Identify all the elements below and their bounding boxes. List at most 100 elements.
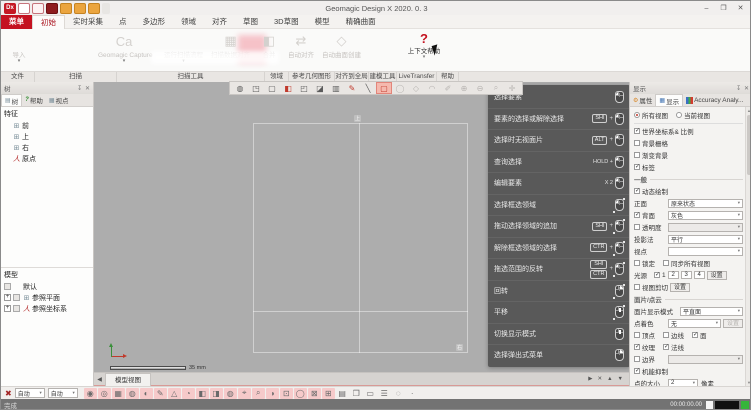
close-button[interactable]: ✕ <box>732 2 749 15</box>
visibility-checkbox[interactable] <box>4 283 11 290</box>
ribbon-tab[interactable]: 实时采集 <box>65 15 111 29</box>
zoom-region-icon[interactable]: ⌕ <box>252 388 265 399</box>
cube-left-view-icon[interactable]: ◧ <box>196 388 209 399</box>
body-display-toggle-icon[interactable]: ◰ <box>296 82 312 94</box>
tab-up-icon[interactable]: ▲ <box>607 376 612 382</box>
mesh-display-mode-select[interactable]: 平直面▾ <box>680 307 743 316</box>
ribbon-tab[interactable]: 3D草图 <box>266 15 307 29</box>
ribbon-tab[interactable]: 多边形 <box>135 15 174 29</box>
circle-tool-icon[interactable]: ◯ <box>294 388 307 399</box>
viewpoint-select[interactable]: ▾ <box>668 247 743 256</box>
zoom-out-icon[interactable]: ⊖ <box>472 82 488 94</box>
auto-surfacing-button[interactable]: ◇ 自动曲面创建 <box>318 31 365 59</box>
undo-icon[interactable] <box>102 3 110 14</box>
model-item-default[interactable]: 默认 <box>1 281 93 292</box>
hatch-display-icon[interactable]: ▤ <box>336 388 349 399</box>
cube-right-view-icon[interactable]: ◨ <box>210 388 223 399</box>
export-file-icon[interactable] <box>74 3 86 14</box>
light-4-toggle[interactable]: 4 <box>694 271 705 279</box>
monitor-display-icon[interactable]: ▭ <box>364 388 377 399</box>
vertex-checkbox[interactable] <box>634 332 640 338</box>
rectangle-select-icon[interactable]: ▢ <box>376 82 392 94</box>
tree-item-top-plane[interactable]: ⊞ 上 <box>1 131 93 142</box>
wireframe-cube-view-icon[interactable]: ◳ <box>248 82 264 94</box>
point-color-select[interactable]: 无▾ <box>668 319 721 328</box>
shaded-sphere-view-icon[interactable]: ◍ <box>232 82 248 94</box>
scrollbar-thumb[interactable] <box>747 115 751 175</box>
panel-tab[interactable]: ? 帮助 <box>22 94 46 106</box>
tab-display[interactable]: ▦显示 <box>655 94 683 106</box>
customize-quick-access-icon[interactable] <box>112 3 120 14</box>
tab-scroll-right-icon[interactable]: ▶ <box>588 376 592 382</box>
minimize-button[interactable]: – <box>698 2 715 15</box>
expand-icon[interactable]: + <box>4 305 11 312</box>
back-face-select[interactable]: 灰色▾ <box>668 211 743 220</box>
grid-plus-icon[interactable]: ⊞ <box>322 388 335 399</box>
boxed-view-icon[interactable]: ⊡ <box>280 388 293 399</box>
tab-close-icon[interactable]: ✕ <box>597 376 602 382</box>
box-select-icon[interactable]: ⊠ <box>308 388 321 399</box>
close-icon[interactable]: ✕ <box>744 85 749 92</box>
shaded-view-icon[interactable]: ◍ <box>224 388 237 399</box>
zoom-in-icon[interactable]: ⊕ <box>456 82 472 94</box>
more-tools-icon[interactable]: · <box>406 388 419 399</box>
ribbon-tab[interactable]: 对齐 <box>204 15 235 29</box>
clip-settings-button[interactable]: 设置 <box>670 283 690 292</box>
ribbon-tab[interactable]: 模型 <box>307 15 338 29</box>
region-display-toggle-icon[interactable]: ◧ <box>280 82 296 94</box>
sync-views-checkbox[interactable] <box>663 260 669 266</box>
tree-item-origin[interactable]: 人 原点 <box>1 153 93 164</box>
brush-select-icon[interactable]: ✐ <box>440 82 456 94</box>
dynamic-draw-checkbox[interactable] <box>634 188 640 194</box>
tree-item-front-plane[interactable]: ⊞ 前 <box>1 120 93 131</box>
background-grid-checkbox[interactable] <box>634 140 640 146</box>
back-face-checkbox[interactable] <box>634 212 640 218</box>
ribbon-tab[interactable]: 草图 <box>235 15 266 29</box>
front-face-select[interactable]: 原来状态▾ <box>668 199 743 208</box>
light-2-toggle[interactable]: 2 <box>668 271 679 279</box>
context-help-button[interactable]: ? 上下文帮助 ▾ <box>401 31 447 59</box>
target-snap-icon[interactable]: ⌖ <box>238 388 251 399</box>
unit-mode-select[interactable]: 自动▾ <box>48 388 78 398</box>
panel-scrollbar[interactable]: ▲ ▼ <box>745 107 751 386</box>
maximize-button[interactable]: ❐ <box>715 2 732 15</box>
section-view-icon[interactable]: ◐ <box>140 388 153 399</box>
sphere-view-icon[interactable]: ◍ <box>126 388 139 399</box>
sketch-display-toggle-icon[interactable]: ◪ <box>312 82 328 94</box>
projection-select[interactable]: 平行▾ <box>668 235 743 244</box>
ribbon-tab[interactable]: 初始 <box>32 15 65 29</box>
model-view-tab[interactable]: 模型视图 <box>105 373 151 386</box>
tree-item-right-plane[interactable]: ⊞ 右 <box>1 142 93 153</box>
panel-tab[interactable]: ▤ 树 <box>1 94 22 106</box>
light-settings-button[interactable]: 设置 <box>707 271 727 280</box>
recent-files-icon[interactable] <box>88 3 100 14</box>
polygon-select-icon[interactable]: ◇ <box>408 82 424 94</box>
point-display-icon[interactable]: ◔ <box>182 388 195 399</box>
snap-mode-select[interactable]: 自动▾ <box>15 388 45 398</box>
ribbon-tab[interactable]: 菜单 <box>1 15 32 29</box>
point-size-select[interactable]: 2▾ <box>668 379 698 387</box>
close-icon[interactable]: ✕ <box>85 85 90 92</box>
half-shade-icon[interactable]: ◑ <box>266 388 279 399</box>
visibility-checkbox[interactable] <box>13 294 20 301</box>
copy-view-icon[interactable]: ❐ <box>350 388 363 399</box>
lock-checkbox[interactable] <box>634 260 640 266</box>
new-document-icon[interactable] <box>18 3 30 14</box>
light-3-toggle[interactable]: 3 <box>681 271 692 279</box>
tab-scroll-left-icon[interactable]: ◀ <box>94 376 105 383</box>
scroll-down-icon[interactable]: ▼ <box>747 380 751 385</box>
open-document-icon[interactable] <box>32 3 44 14</box>
ribbon-tab[interactable]: 领域 <box>173 15 204 29</box>
visibility-checkbox[interactable] <box>13 305 20 312</box>
model-item-ref-planes[interactable]: + ⊞ 参照平面 <box>1 292 93 303</box>
face-checkbox[interactable] <box>692 332 698 338</box>
circle-select-icon[interactable]: ◯ <box>392 82 408 94</box>
dot-ring-icon[interactable]: ◌ <box>392 388 405 399</box>
grid-display-icon[interactable]: ▦ <box>112 388 125 399</box>
texture-checkbox[interactable] <box>634 344 640 350</box>
ribbon-tab[interactable]: 精确曲面 <box>338 15 384 29</box>
boundary-checkbox[interactable] <box>634 356 640 362</box>
panel-tab[interactable]: ▦ 视点 <box>46 94 72 106</box>
orbit-view-icon[interactable]: ◉ <box>84 388 97 399</box>
all-views-radio[interactable] <box>634 112 640 118</box>
